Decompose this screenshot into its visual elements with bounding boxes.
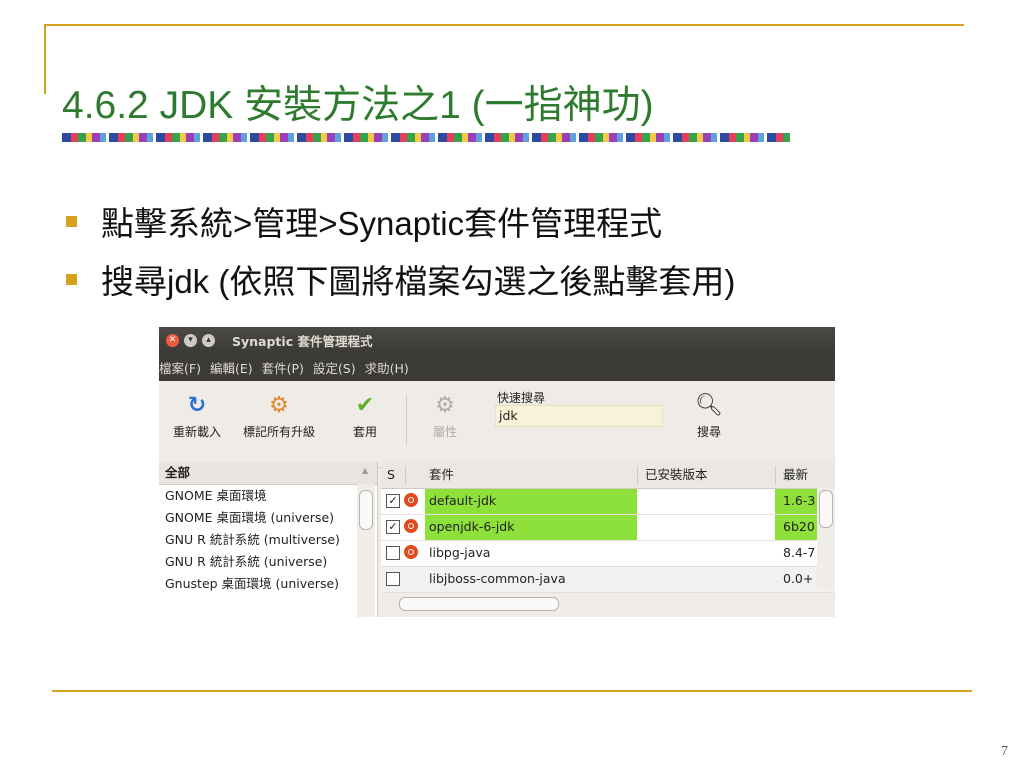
latest-version: 6b20 [783, 519, 815, 534]
upgrade-gear-icon: ⚙ [269, 393, 289, 418]
package-name: default-jdk [429, 493, 497, 508]
search-label: 搜尋 [696, 425, 721, 439]
properties-gear-icon: ⚙ [435, 393, 455, 418]
column-package[interactable]: 套件 [429, 462, 454, 488]
ubuntu-logo-icon [404, 493, 418, 507]
menu-edit[interactable]: 編輯(E) [210, 358, 253, 377]
menu-file[interactable]: 檔案(F) [159, 358, 201, 377]
package-checkbox[interactable]: ✓ [386, 520, 400, 534]
column-installed-version[interactable]: 已安裝版本 [645, 462, 708, 488]
bullet-list: 點擊系統>管理>Synaptic套件管理程式 搜尋jdk (依照下圖將檔案勾選之… [66, 192, 735, 308]
mark-all-upgrades-label: 標記所有升級 [243, 425, 316, 439]
synaptic-window-screenshot: ✕ ▾ ▴ Synaptic 套件管理程式 檔案(F) 編輯(E) 套件(P) … [159, 327, 835, 617]
package-checkbox[interactable] [386, 546, 400, 560]
scrollbar-thumb[interactable] [819, 490, 833, 528]
bullet-item: 點擊系統>管理>Synaptic套件管理程式 [66, 192, 735, 250]
slide-title: 4.6.2 JDK 安裝方法之1 (一指神功) [62, 84, 654, 127]
list-item[interactable]: GNOME 桌面環境 [159, 485, 357, 507]
minimize-icon[interactable]: ▾ [184, 334, 197, 347]
category-list-header[interactable]: 全部 [159, 462, 377, 485]
ubuntu-logo-icon [404, 519, 418, 533]
package-table: S 套件 已安裝版本 最新 ✓ default-jdk 1.6-3 ✓ open… [381, 462, 835, 617]
mark-all-upgrades-button[interactable]: ⚙ 標記所有升級 [243, 393, 315, 440]
window-title: Synaptic 套件管理程式 [232, 334, 373, 349]
maximize-icon[interactable]: ▴ [202, 334, 215, 347]
search-icon: 🔍︎ [695, 393, 723, 418]
menu-bar: 檔案(F) 編輯(E) 套件(P) 設定(S) 求助(H) [159, 354, 835, 381]
checkmark-icon: ✔ [355, 393, 375, 418]
list-item[interactable]: GNOME 桌面環境 (universe) [159, 507, 357, 529]
bullet-square-icon [66, 215, 77, 227]
menu-settings[interactable]: 設定(S) [313, 358, 356, 377]
reload-label: 重新載入 [173, 425, 222, 439]
bullet-text: 搜尋jdk (依照下圖將檔案勾選之後點擊套用) [101, 263, 736, 300]
toolbar: ↻ 重新載入 ⚙ 標記所有升級 ✔ 套用 ⚙ 屬性 快速搜尋 jdk 🔍︎ 搜尋 [159, 381, 835, 468]
apply-label: 套用 [353, 425, 378, 439]
latest-version: 8.4-7 [783, 545, 816, 560]
menu-help[interactable]: 求助(H) [365, 358, 409, 377]
list-item[interactable]: GNU R 統計系統 (multiverse) [159, 529, 357, 551]
category-list: 全部 GNOME 桌面環境 GNOME 桌面環境 (universe) GNU … [159, 462, 378, 617]
properties-button[interactable]: ⚙ 屬性 [433, 393, 457, 440]
bullet-item: 搜尋jdk (依照下圖將檔案勾選之後點擊套用) [66, 250, 735, 308]
package-name: openjdk-6-jdk [429, 519, 515, 534]
scrollbar-thumb[interactable] [399, 597, 559, 611]
bullet-text: 點擊系統>管理>Synaptic套件管理程式 [101, 205, 663, 242]
table-row[interactable]: ✓ default-jdk 1.6-3 [381, 489, 835, 515]
table-header: S 套件 已安裝版本 最新 [381, 462, 835, 489]
package-checkbox[interactable]: ✓ [386, 494, 400, 508]
page-number: 7 [1001, 744, 1008, 759]
title-decoration-stripe [62, 133, 790, 142]
column-latest-version[interactable]: 最新 [783, 462, 808, 488]
category-scrollbar[interactable] [357, 484, 375, 617]
reload-button[interactable]: ↻ 重新載入 [173, 393, 221, 440]
frame-top-line [44, 24, 964, 26]
list-item[interactable]: GNU R 統計系統 (universe) [159, 551, 357, 573]
frame-left-line [44, 24, 46, 94]
bullet-square-icon [66, 273, 77, 285]
window-titlebar: ✕ ▾ ▴ Synaptic 套件管理程式 [159, 327, 835, 354]
scroll-up-arrow-icon[interactable]: ▲ [362, 466, 368, 475]
reload-icon: ↻ [187, 393, 207, 418]
scrollbar-thumb[interactable] [359, 490, 373, 530]
latest-version: 1.6-3 [783, 493, 816, 508]
frame-bottom-line [52, 690, 972, 692]
package-horizontal-scrollbar[interactable] [381, 593, 835, 617]
properties-label: 屬性 [433, 425, 458, 439]
table-row[interactable]: ✓ openjdk-6-jdk 6b20 [381, 515, 835, 541]
ubuntu-logo-icon [404, 545, 418, 559]
apply-button[interactable]: ✔ 套用 [353, 393, 377, 440]
close-icon[interactable]: ✕ [166, 334, 179, 347]
table-row[interactable]: libpg-java 8.4-7 [381, 541, 835, 567]
table-row[interactable]: libjboss-common-java 0.0+ [381, 567, 835, 593]
package-name: libpg-java [429, 545, 491, 560]
package-name: libjboss-common-java [429, 571, 566, 586]
package-checkbox[interactable] [386, 572, 400, 586]
column-status[interactable]: S [387, 462, 395, 488]
quick-search-label: 快速搜尋 [497, 391, 546, 405]
list-item[interactable]: Gnustep 桌面環境 (universe) [159, 573, 357, 595]
menu-package[interactable]: 套件(P) [262, 358, 304, 377]
toolbar-separator [406, 395, 407, 445]
latest-version: 0.0+ [783, 571, 814, 586]
search-button[interactable]: 🔍︎ 搜尋 [695, 393, 723, 440]
package-vertical-scrollbar[interactable] [817, 488, 835, 590]
quick-search-input[interactable]: jdk [495, 405, 663, 427]
